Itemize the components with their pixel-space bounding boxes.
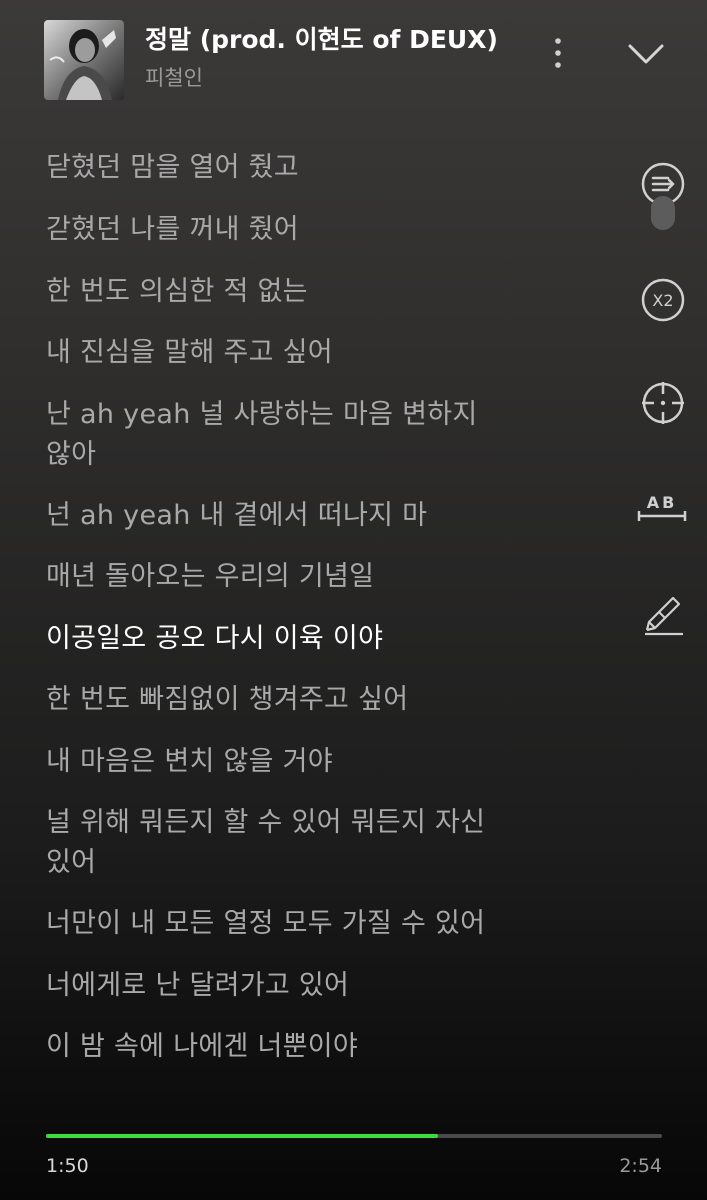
- player-header: 정말 (prod. 이현도 of DEUX) 피철인: [0, 0, 707, 112]
- chevron-down-icon: [628, 44, 664, 64]
- edit-lyrics-button[interactable]: [635, 584, 691, 640]
- lyric-line[interactable]: 한 번도 의심한 적 없는: [46, 272, 586, 312]
- elapsed-time: 1:50: [46, 1155, 89, 1177]
- lyrics-view[interactable]: 닫혔던 맘을 열어 줬고 갇혔던 나를 꺼내 줬어 한 번도 의심한 적 없는 …: [46, 100, 586, 1110]
- lyric-line-continued[interactable]: 않아: [46, 435, 586, 475]
- lyric-line-continued[interactable]: 있어: [46, 843, 586, 883]
- lyric-line[interactable]: 한 번도 빠짐없이 챙겨주고 싶어: [46, 680, 586, 720]
- lyric-line[interactable]: 널 위해 뭐든지 할 수 있어 뭐든지 자신: [46, 803, 586, 843]
- edit-lyrics-icon: [645, 596, 683, 636]
- lyrics-screen: 정말 (prod. 이현도 of DEUX) 피철인 닫혔던 맘을 열어 줬고 …: [0, 0, 707, 1200]
- lyric-line-partial-top: [46, 106, 586, 120]
- lyric-line[interactable]: 매년 돌아오는 우리의 기념일: [46, 557, 586, 597]
- crosshair-icon: [642, 382, 684, 424]
- ab-repeat-label: AB: [647, 493, 678, 512]
- song-title: 정말 (prod. 이현도 of DEUX): [145, 25, 498, 54]
- lyrics-scroll-thumb[interactable]: [651, 196, 675, 230]
- lyric-line[interactable]: 너만이 내 모든 열정 모두 가질 수 있어: [46, 904, 586, 944]
- lyric-line[interactable]: 닫혔던 맘을 열어 줬고: [46, 148, 586, 188]
- lyric-line-partial-bottom: [46, 1092, 586, 1110]
- collapse-button[interactable]: [618, 30, 674, 78]
- locate-lyric-button[interactable]: [635, 375, 691, 431]
- playback-speed-label: X2: [652, 291, 673, 310]
- lyric-line[interactable]: 너에게로 난 달려가고 있어: [46, 966, 586, 1006]
- total-time: 2:54: [619, 1155, 662, 1177]
- lyric-line[interactable]: 내 진심을 말해 주고 싶어: [46, 333, 586, 373]
- lyric-line[interactable]: 넌 ah yeah 내 곁에서 떠나지 마: [46, 496, 586, 536]
- progress-bar[interactable]: [46, 1134, 662, 1138]
- lyric-line[interactable]: 갇혔던 나를 꺼내 줬어: [46, 210, 586, 250]
- album-art[interactable]: [44, 20, 124, 100]
- lyric-line[interactable]: 난 ah yeah 널 사랑하는 마음 변하지: [46, 395, 586, 435]
- ab-repeat-button[interactable]: AB: [632, 480, 692, 536]
- progress-fill: [46, 1134, 439, 1138]
- artist-name[interactable]: 피철인: [145, 62, 203, 92]
- playback-speed-icon: X2: [641, 278, 685, 322]
- ab-repeat-icon: AB: [637, 493, 687, 521]
- lyric-line-current[interactable]: 이공일오 공오 다시 이육 이야: [46, 619, 586, 659]
- more-vertical-icon: [555, 38, 561, 68]
- playback-speed-button[interactable]: X2: [635, 272, 691, 328]
- lyric-line[interactable]: 이 밤 속에 나에겐 너뿐이야: [46, 1027, 586, 1067]
- lyric-line[interactable]: 내 마음은 변치 않을 거야: [46, 742, 586, 782]
- more-button[interactable]: [540, 28, 576, 78]
